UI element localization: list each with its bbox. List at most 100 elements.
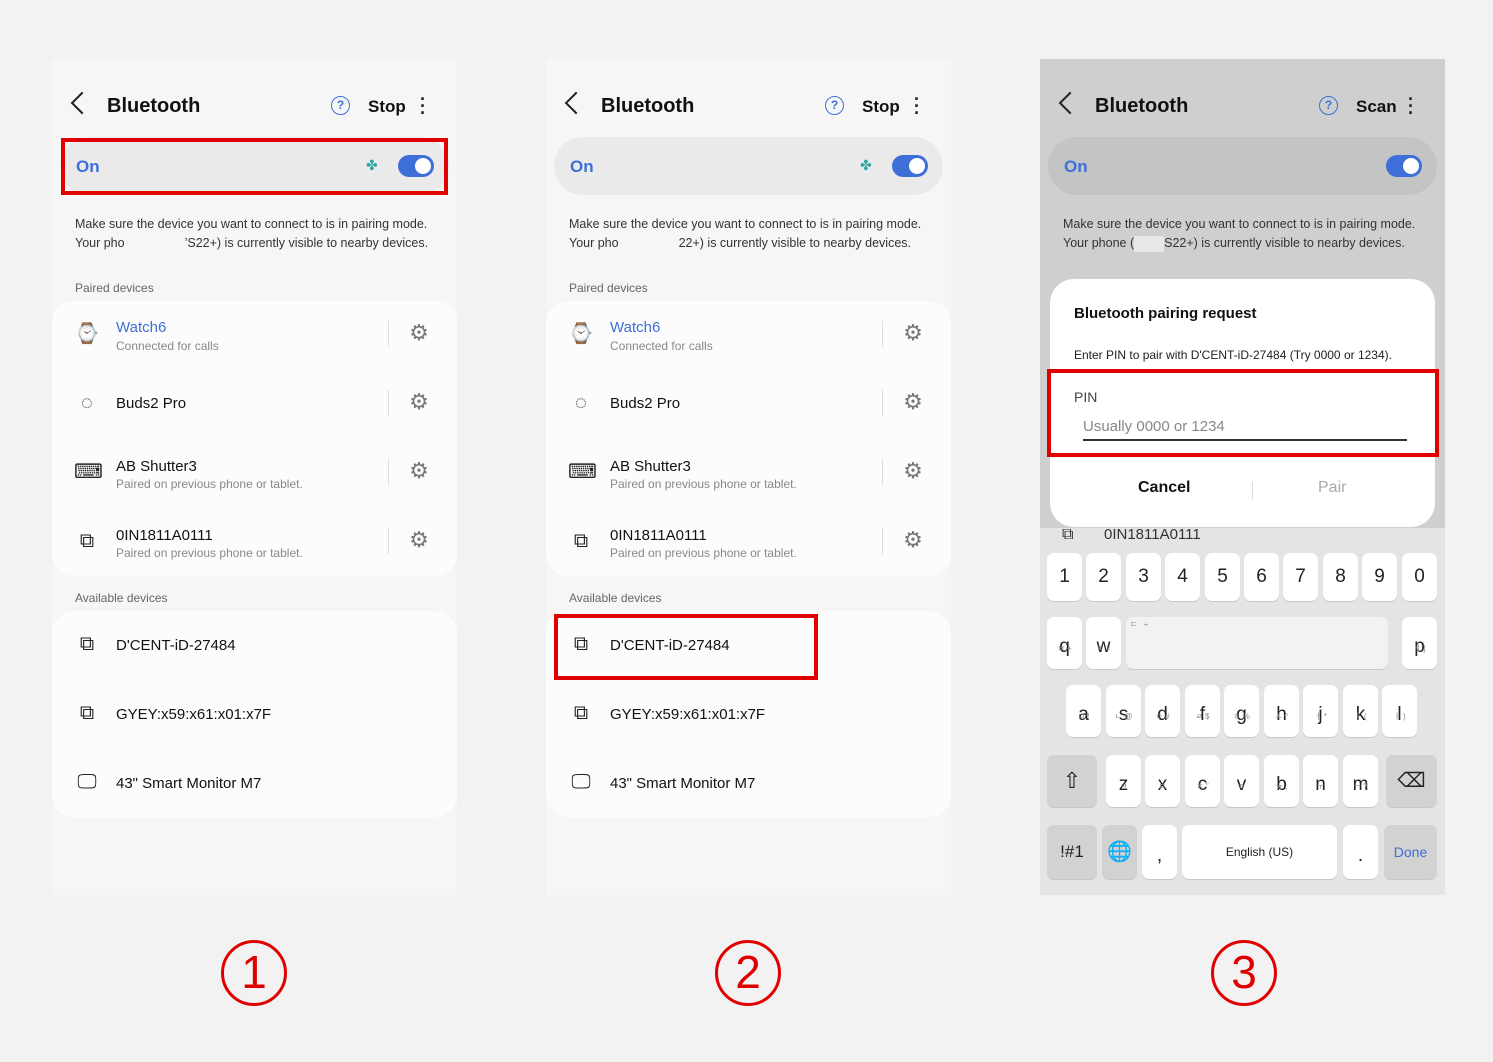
device-gyey[interactable]: ⧉ GYEY:x59:x61:x01:x7F [546, 680, 951, 749]
button-divider [1252, 482, 1253, 500]
pairing-info: Make sure the device you want to connect… [569, 215, 939, 253]
space-key[interactable]: English (US) [1182, 825, 1337, 879]
key-m[interactable]: ㅡ ? m [1343, 755, 1378, 807]
divider [388, 390, 389, 416]
period-key[interactable]: . [1343, 825, 1378, 879]
stop-button[interactable]: Stop [862, 97, 900, 117]
device-name: AB Shutter3 [116, 458, 197, 475]
device-dcent-id[interactable]: ⧉ D'CENT-iD-27484 [52, 611, 457, 680]
back-arrow-icon[interactable] [564, 91, 588, 115]
symbols-key[interactable]: !#1 [1047, 825, 1097, 879]
key-2[interactable]: 2 [1086, 553, 1121, 601]
key-z[interactable]: ㅋz [1106, 755, 1141, 807]
device-smart-monitor[interactable]: 🖵 43" Smart Monitor M7 [546, 749, 951, 818]
language-globe-icon[interactable]: 🌐 [1102, 825, 1137, 879]
settings-gear-icon[interactable]: ⚙ [901, 528, 925, 552]
peek-device-row: ⧉ 0IN1811A0111 [1040, 526, 1445, 545]
key-row-hidden[interactable]: ㄷ ÷ [1126, 617, 1388, 669]
settings-gear-icon[interactable]: ⚙ [407, 321, 431, 345]
device-watch6[interactable]: ⌚ Watch6 Connected for calls ⚙ [546, 301, 951, 370]
key-7[interactable]: 7 [1283, 553, 1318, 601]
key-j[interactable]: ㅓ * j [1303, 685, 1338, 737]
dialog-title: Bluetooth pairing request [1074, 305, 1257, 322]
settings-gear-icon[interactable]: ⚙ [407, 390, 431, 414]
settings-gear-icon[interactable]: ⚙ [407, 528, 431, 552]
device-name: Watch6 [116, 319, 167, 336]
back-arrow-icon[interactable] [70, 91, 94, 115]
key-g[interactable]: ㅎ % g [1224, 685, 1259, 737]
key-w[interactable]: ㅈ × w [1086, 617, 1121, 669]
key-h[interactable]: ㅗ ^ h [1264, 685, 1299, 737]
key-9[interactable]: 9 [1362, 553, 1397, 601]
help-icon[interactable]: ? [1319, 96, 1338, 115]
key-f[interactable]: ㄹ $ f [1185, 685, 1220, 737]
key-a[interactable]: ㅁ ! a [1066, 685, 1101, 737]
stop-button[interactable]: Stop [368, 97, 406, 117]
key-d[interactable]: ㅇ # d [1145, 685, 1180, 737]
earbuds-icon: ◌ [81, 392, 93, 414]
device-gyey[interactable]: ⧉ GYEY:x59:x61:x01:x7F [52, 680, 457, 749]
device-ab-shutter3[interactable]: ⌨ AB Shutter3 Paired on previous phone o… [546, 439, 951, 508]
device-watch6[interactable]: ⌚ Watch6 Connected for calls ⚙ [52, 301, 457, 370]
info-line-1: Make sure the device you want to connect… [569, 217, 922, 231]
done-key[interactable]: Done [1384, 825, 1437, 879]
key-8[interactable]: 8 [1323, 553, 1358, 601]
scan-button[interactable]: Scan [1356, 97, 1397, 117]
settings-gear-icon[interactable]: ⚙ [901, 321, 925, 345]
more-options-icon[interactable]: · · · [1408, 90, 1414, 122]
key-5[interactable]: 5 [1205, 553, 1240, 601]
bluetooth-switch[interactable] [892, 155, 928, 177]
info-line-2: Your phone (S22+) is currently visible t… [1063, 235, 1405, 252]
paired-devices-card: ⌚ Watch6 Connected for calls ⚙ ◌ Buds2 P… [546, 301, 951, 576]
more-options-icon[interactable]: · · · [914, 90, 920, 122]
device-smart-monitor[interactable]: 🖵 43" Smart Monitor M7 [52, 749, 457, 818]
device-name: 0IN1811A0111 [610, 527, 707, 544]
device-buds2-pro[interactable]: ◌ Buds2 Pro ⚙ [546, 370, 951, 439]
key-k[interactable]: ㅏ (k [1343, 685, 1378, 737]
scanning-icon: ✤ [860, 157, 872, 173]
device-status: Paired on previous phone or tablet. [116, 477, 303, 491]
key-p[interactable]: ㅔ ] p [1402, 617, 1437, 669]
backspace-key[interactable]: ⌫ [1386, 755, 1437, 807]
device-0in1811a0111[interactable]: ⧉ 0IN1811A0111 Paired on previous phone … [546, 508, 951, 577]
settings-gear-icon[interactable]: ⚙ [901, 459, 925, 483]
back-arrow-icon[interactable] [1058, 91, 1082, 115]
available-devices-heading: Available devices [569, 591, 662, 605]
devices-icon: ⧉ [79, 530, 95, 552]
cancel-button[interactable]: Cancel [1138, 479, 1190, 497]
shift-key[interactable]: ⇧ [1047, 755, 1097, 807]
device-ab-shutter3[interactable]: ⌨ AB Shutter3 Paired on previous phone o… [52, 439, 457, 508]
help-icon[interactable]: ? [825, 96, 844, 115]
bluetooth-switch[interactable] [1386, 155, 1422, 177]
bluetooth-toggle-row[interactable]: On ✤ [554, 137, 943, 195]
key-n[interactable]: ㅜn [1303, 755, 1338, 807]
monitor-icon: 🖵 [571, 771, 591, 793]
settings-gear-icon[interactable]: ⚙ [901, 390, 925, 414]
key-0[interactable]: 0 [1402, 553, 1437, 601]
device-0in1811a0111[interactable]: ⧉ 0IN1811A0111 Paired on previous phone … [52, 508, 457, 577]
help-icon[interactable]: ? [331, 96, 350, 115]
key-s[interactable]: ㄴ @ s [1106, 685, 1141, 737]
key-1[interactable]: 1 [1047, 553, 1082, 601]
bluetooth-toggle-row[interactable]: On [1048, 137, 1437, 195]
key-6[interactable]: 6 [1244, 553, 1279, 601]
device-buds2-pro[interactable]: ◌ Buds2 Pro ⚙ [52, 370, 457, 439]
comma-key[interactable]: , [1142, 825, 1177, 879]
pair-button[interactable]: Pair [1318, 479, 1346, 497]
more-options-icon[interactable]: · · · [420, 90, 426, 122]
device-name: GYEY:x59:x61:x01:x7F [610, 706, 766, 723]
device-name: 43" Smart Monitor M7 [610, 775, 756, 792]
settings-gear-icon[interactable]: ⚙ [407, 459, 431, 483]
key-c[interactable]: ㅊ " c [1185, 755, 1220, 807]
divider [388, 321, 389, 347]
key-3[interactable]: 3 [1126, 553, 1161, 601]
highlight-dcent-device [554, 614, 818, 680]
watch-icon: ⌚ [74, 323, 100, 345]
key-x[interactable]: ㅌx [1145, 755, 1180, 807]
key-v[interactable]: ㅍv [1224, 755, 1259, 807]
key-b[interactable]: ㅠ ; b [1264, 755, 1299, 807]
key-l[interactable]: ㅣ ) l [1382, 685, 1417, 737]
key-4[interactable]: 4 [1165, 553, 1200, 601]
key-q[interactable]: ㅂ + q [1047, 617, 1082, 669]
toggle-label: On [1064, 157, 1088, 176]
